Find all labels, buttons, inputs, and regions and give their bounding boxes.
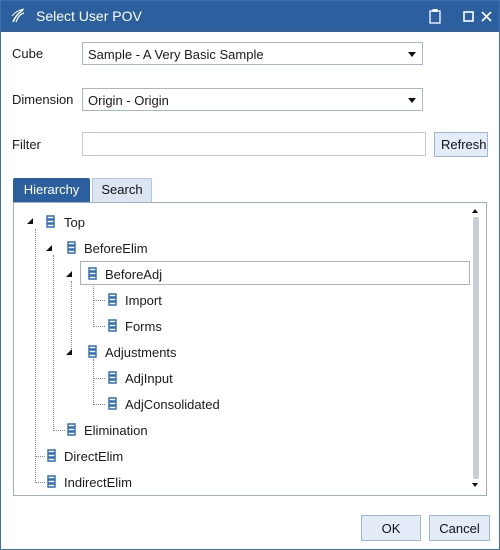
tree-node-label[interactable]: BeforeElim [84,241,148,256]
tree-connector [93,300,105,301]
member-node-icon [108,397,117,410]
scroll-down-icon[interactable] [472,483,478,487]
member-node-icon [108,293,117,306]
cube-select[interactable]: Sample - A Very Basic Sample [82,42,423,65]
chevron-down-icon [408,52,416,57]
tree-connector [93,326,105,327]
tree-connector [35,456,45,457]
collapse-icon[interactable] [66,271,72,277]
tree-node-label[interactable]: Import [125,293,162,308]
tree-node-label[interactable]: BeforeAdj [105,267,162,282]
title-bar: Select User POV [1,1,499,32]
maximize-icon[interactable] [462,8,476,24]
tab-hierarchy[interactable]: Hierarchy [13,178,90,202]
tree-node-label[interactable]: AdjConsolidated [125,397,220,412]
tree-connector [53,255,54,431]
cancel-button[interactable]: Cancel [429,515,490,541]
tree-connector [93,281,94,327]
refresh-button[interactable]: Refresh [434,132,488,157]
cube-select-value: Sample - A Very Basic Sample [88,47,264,62]
dimension-select-value: Origin - Origin [88,93,169,108]
window-title: Select User POV [36,8,142,24]
tree-scrollbar[interactable] [469,207,483,493]
tree-node-label[interactable]: IndirectElim [64,475,132,490]
member-node-icon [46,215,55,228]
close-icon[interactable] [480,8,494,24]
collapse-icon[interactable] [27,218,33,224]
ok-button[interactable]: OK [361,515,421,541]
member-node-icon [108,319,117,332]
tree-connector [93,378,105,379]
member-node-icon [88,345,97,358]
member-node-icon [67,423,76,436]
tree-connector [93,359,94,405]
tree-connector [71,281,72,353]
tree-node-label[interactable]: Elimination [84,423,148,438]
dimension-select[interactable]: Origin - Origin [82,88,423,111]
member-node-icon [88,267,97,280]
app-logo-icon [11,8,25,23]
tree-node-label[interactable]: AdjInput [125,371,173,386]
clipboard-icon[interactable] [428,8,442,24]
tree-node-label[interactable]: Forms [125,319,162,334]
filter-label: Filter [12,137,41,152]
tab-search[interactable]: Search [92,178,152,202]
select-user-pov-dialog: Select User POV Cube Sample - A Very Bas… [0,0,500,550]
cube-label: Cube [12,46,44,61]
collapse-icon[interactable] [46,245,52,251]
tree-connector [53,430,65,431]
tree-node-label[interactable]: Top [64,215,85,230]
collapse-icon[interactable] [66,349,72,355]
member-node-icon [67,241,76,254]
tree-node-label[interactable]: DirectElim [64,449,123,464]
chevron-down-icon [408,98,416,103]
filter-input[interactable] [82,132,426,156]
tree-connector [35,482,45,483]
scrollbar-thumb[interactable] [473,217,479,479]
scroll-up-icon[interactable] [472,209,478,213]
tree-connector [35,229,36,483]
tree-node-label[interactable]: Adjustments [105,345,177,360]
tree-connector [93,404,105,405]
member-node-icon [47,475,56,488]
member-node-icon [108,371,117,384]
dimension-label: Dimension [12,92,74,107]
member-node-icon [47,449,56,462]
